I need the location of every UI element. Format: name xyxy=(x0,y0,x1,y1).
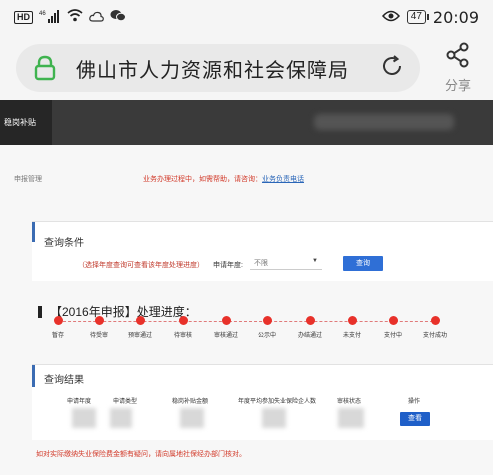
redacted-cell xyxy=(338,408,364,428)
top-navigation: 稳岗补贴 xyxy=(0,100,493,145)
reload-icon[interactable] xyxy=(380,54,404,83)
column-header: 审核状态 xyxy=(337,399,362,405)
page-title: 佛山市人力资源和社会保障局 xyxy=(76,57,349,82)
year-select[interactable]: 不限 ▼ xyxy=(250,255,322,270)
battery-indicator: 47 xyxy=(406,10,430,24)
breadcrumb[interactable]: 申报管理 xyxy=(14,174,42,184)
progress-step: 支付成功 xyxy=(405,316,465,339)
clock: 20:09 xyxy=(432,7,479,27)
step-dot xyxy=(53,316,63,325)
column-header: 申请类型 xyxy=(113,399,138,405)
year-select-value: 不限 xyxy=(254,260,268,267)
share-label: 分享 xyxy=(444,78,471,93)
url-box[interactable]: 佛山市人力资源和社会保障局 xyxy=(16,44,420,92)
user-info-redacted xyxy=(314,114,454,130)
step-dot xyxy=(430,316,440,325)
step-dot xyxy=(178,316,188,325)
step-dot xyxy=(221,316,231,325)
redacted-cell xyxy=(262,408,286,428)
results-title: 查询结果 xyxy=(44,375,84,386)
year-label: 申请年度: xyxy=(213,262,243,269)
query-title: 查询条件 xyxy=(44,238,84,249)
redacted-cell xyxy=(110,408,132,428)
step-dot xyxy=(94,316,104,325)
help-notice: 业务办理过程中，如需帮助，请咨询：业务负责电话 xyxy=(143,174,304,184)
cloud-icon xyxy=(89,10,104,25)
query-button[interactable]: 查询 xyxy=(343,256,383,271)
status-bar: HD 46 47 20:09 xyxy=(0,0,493,34)
lock-icon xyxy=(32,55,58,81)
nav-tab-subsidy[interactable]: 稳岗补贴 xyxy=(0,100,52,145)
step-dot xyxy=(135,316,145,325)
column-header: 操作 xyxy=(408,399,421,405)
footer-note: 如对实际缴纳失业保险费金额有疑问，请向属地社保经办部门核对。 xyxy=(36,451,246,458)
step-dot xyxy=(262,316,272,325)
query-hint: （选择年度查询可查看该年度处理进度） xyxy=(78,262,204,269)
browser-address-bar: 佛山市人力资源和社会保障局 分享 xyxy=(0,34,493,100)
share-button[interactable]: 分享 xyxy=(436,42,480,94)
view-button[interactable]: 查看 xyxy=(400,412,430,426)
column-header: 申请年度 xyxy=(67,399,92,405)
step-dot xyxy=(347,316,357,325)
step-label: 支付成功 xyxy=(422,333,447,339)
signal-generation: 46 xyxy=(39,11,46,17)
column-header: 年度平均参加失业保险企人数 xyxy=(238,399,317,405)
wechat-icon xyxy=(110,9,126,25)
chevron-down-icon: ▼ xyxy=(312,258,318,264)
web-page: 稳岗补贴 申报管理 业务办理过程中，如需帮助，请咨询：业务负责电话 查询条件 （… xyxy=(0,100,493,475)
wifi-icon xyxy=(67,9,83,25)
help-notice-text: 业务办理过程中，如需帮助，请咨询： xyxy=(143,176,262,183)
signal-icon: 46 xyxy=(39,9,61,26)
eye-icon xyxy=(381,10,400,25)
panel-accent-bar xyxy=(32,222,35,242)
step-dot xyxy=(388,316,398,325)
help-phone-link[interactable]: 业务负责电话 xyxy=(262,176,304,183)
hd-indicator: HD xyxy=(14,10,33,24)
panel-accent-bar xyxy=(32,365,35,387)
step-dot xyxy=(305,316,315,325)
column-header: 稳岗补贴金额 xyxy=(172,399,209,405)
redacted-cell xyxy=(180,408,204,428)
share-icon xyxy=(445,42,471,72)
redacted-cell xyxy=(72,408,96,428)
breadcrumb-row: 申报管理 业务办理过程中，如需帮助，请咨询：业务负责电话 xyxy=(0,169,493,189)
query-panel: 查询条件 xyxy=(32,221,493,281)
